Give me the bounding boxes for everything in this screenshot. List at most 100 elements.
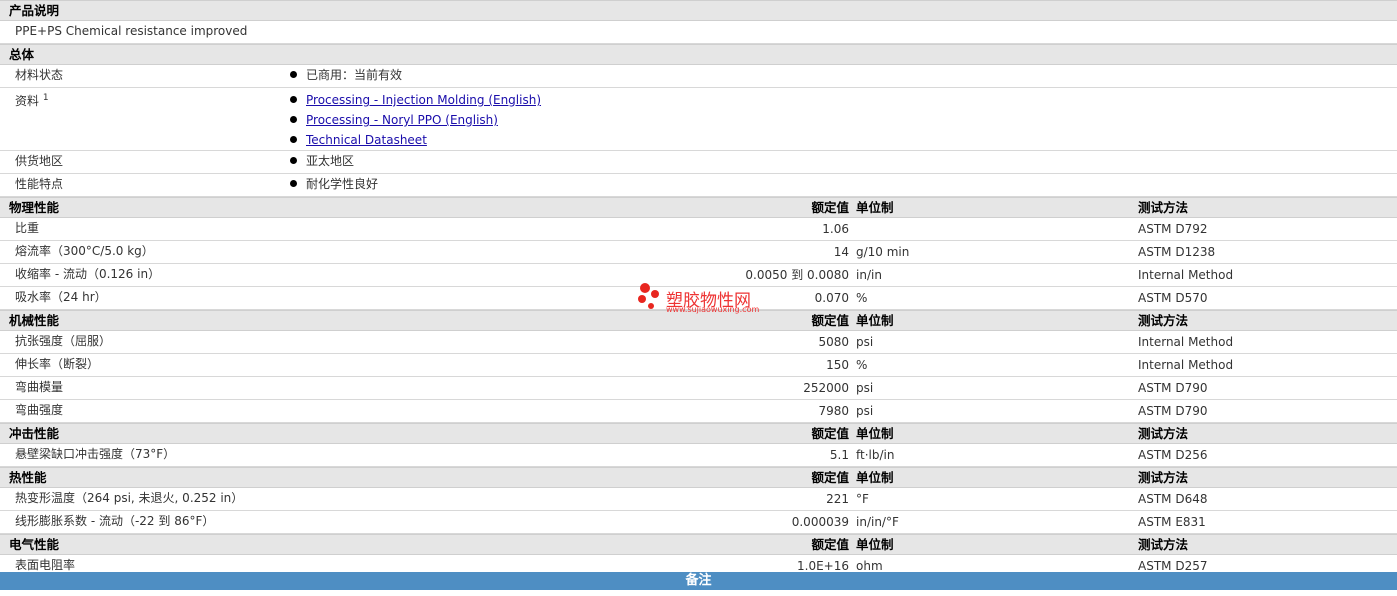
property-value: 150 <box>826 358 849 372</box>
property-row: 抗张强度（屈服） 5080 psi Internal Method <box>0 331 1397 354</box>
section-title: 总体 <box>9 47 35 62</box>
product-desc-text: PPE+PS Chemical resistance improved <box>15 24 248 38</box>
section-header: 冲击性能 额定值 单位制 测试方法 <box>0 423 1397 444</box>
property-unit: g/10 min <box>856 245 910 259</box>
property-value: 0.070 <box>814 291 849 305</box>
property-label: 收缩率 - 流动（0.126 in） <box>15 267 161 281</box>
property-label: 熔流率（300°C/5.0 kg） <box>15 244 154 258</box>
property-value: 0.0050 到 0.0080 <box>745 268 849 282</box>
section-title: 物理性能 <box>9 200 60 215</box>
watermark: 塑胶物性网 www.sujiaowuxing.com <box>636 282 759 315</box>
general-header: 总体 <box>0 44 1397 65</box>
row-value: 耐化学性良好 <box>290 174 378 195</box>
property-unit: % <box>856 291 868 305</box>
property-test: Internal Method <box>1138 358 1234 372</box>
property-label: 吸水率（24 hr） <box>15 290 107 304</box>
section-title: 产品说明 <box>9 3 60 18</box>
material-status-row: 材料状态 已商用：当前有效 <box>0 65 1397 88</box>
notes-title: 备注 <box>685 573 712 588</box>
product-desc-header: 产品说明 <box>0 0 1397 21</box>
col-test: 测试方法 <box>1138 426 1189 441</box>
property-unit: psi <box>856 404 874 418</box>
property-test: ASTM D790 <box>1138 381 1208 395</box>
section-title: 热性能 <box>9 470 47 485</box>
document-links: Processing - Injection Molding (English)… <box>290 90 541 150</box>
property-label: 抗张强度（屈服） <box>15 334 112 348</box>
col-test: 测试方法 <box>1138 313 1189 328</box>
property-test: ASTM D1238 <box>1138 245 1216 259</box>
section-header: 物理性能 额定值 单位制 测试方法 <box>0 197 1397 218</box>
features-row: 性能特点 耐化学性良好 <box>0 174 1397 197</box>
section-title: 电气性能 <box>9 537 60 552</box>
col-test: 测试方法 <box>1138 200 1189 215</box>
property-label: 弯曲模量 <box>15 380 64 394</box>
bullet-icon <box>290 157 297 164</box>
row-label: 供货地区 <box>15 154 64 168</box>
datasheet: 产品说明 PPE+PS Chemical resistance improved… <box>0 0 1397 596</box>
col-nominal: 额定值 <box>811 537 849 552</box>
col-nominal: 额定值 <box>811 426 849 441</box>
property-unit: % <box>856 358 868 372</box>
property-test: Internal Method <box>1138 268 1234 282</box>
row-label: 材料状态 <box>15 68 64 82</box>
col-unit: 单位制 <box>856 537 894 552</box>
col-nominal: 额定值 <box>811 470 849 485</box>
notes-bar: 备注 <box>0 572 1397 590</box>
col-unit: 单位制 <box>856 313 894 328</box>
documents-row: 资料 1 Processing - Injection Molding (Eng… <box>0 88 1397 151</box>
watermark-url: www.sujiaowuxing.com <box>666 305 760 314</box>
property-unit: in/in <box>856 268 882 282</box>
property-sections: 物理性能 额定值 单位制 测试方法 比重 1.06 ASTM D792 熔流率（300°C/5… <box>0 197 1397 578</box>
row-label: 性能特点 <box>15 177 64 191</box>
property-row: 弯曲模量 252000 psi ASTM D790 <box>0 377 1397 400</box>
col-nominal: 额定值 <box>811 313 849 328</box>
property-test: ASTM D570 <box>1138 291 1208 305</box>
property-row: 热变形温度（264 psi, 未退火, 0.252 in） 221 °F ASTM D… <box>0 488 1397 511</box>
property-test: ASTM D256 <box>1138 448 1208 462</box>
bullet-icon <box>290 180 297 187</box>
section-title: 机械性能 <box>9 313 60 328</box>
property-value: 5.1 <box>829 448 849 462</box>
product-desc-row: PPE+PS Chemical resistance improved <box>0 21 1397 44</box>
property-row: 伸长率（断裂） 150% Internal Method <box>0 354 1397 377</box>
property-row: 弯曲强度 7980 psi ASTM D790 <box>0 400 1397 423</box>
property-unit: °F <box>856 492 869 506</box>
section-header: 电气性能 额定值 单位制 测试方法 <box>0 534 1397 555</box>
property-row: 比重 1.06 ASTM D792 <box>0 218 1397 241</box>
region-row: 供货地区 亚太地区 <box>0 151 1397 174</box>
property-unit: psi <box>856 335 874 349</box>
bullet-icon <box>290 136 297 143</box>
col-unit: 单位制 <box>856 200 894 215</box>
property-label: 热变形温度（264 psi, 未退火, 0.252 in） <box>15 491 244 505</box>
property-label: 弯曲强度 <box>15 403 64 417</box>
col-test: 测试方法 <box>1138 470 1189 485</box>
property-label: 线形膨胀系数 - 流动（-22 到 86°F） <box>15 514 215 528</box>
col-nominal: 额定值 <box>811 200 849 215</box>
property-label: 比重 <box>15 221 40 235</box>
link-technical-datasheet[interactable]: Technical Datasheet <box>306 133 427 147</box>
property-value: 0.000039 <box>791 515 849 529</box>
row-value: 已商用：当前有效 <box>290 65 402 86</box>
bullet-icon <box>290 116 297 123</box>
property-unit: psi <box>856 381 874 395</box>
property-unit: ft·lb/in <box>856 448 895 462</box>
property-test: ASTM D790 <box>1138 404 1208 418</box>
property-value: 221 <box>826 492 849 506</box>
bullet-icon <box>290 71 297 78</box>
property-row: 线形膨胀系数 - 流动（-22 到 86°F） 0.000039 in/in/°F A… <box>0 511 1397 534</box>
property-value: 252000 <box>803 381 849 395</box>
watermark-logo-icon <box>638 283 659 309</box>
section-header: 热性能 额定值 单位制 测试方法 <box>0 467 1397 488</box>
property-value: 14 <box>833 245 849 259</box>
property-unit: in/in/°F <box>856 515 899 529</box>
property-value: 1.06 <box>822 222 849 236</box>
bullet-icon <box>290 96 297 103</box>
link-injection-molding[interactable]: Processing - Injection Molding (English) <box>306 93 541 107</box>
property-row: 收缩率 - 流动（0.126 in） 0.0050 到 0.0080 in/in In… <box>0 264 1397 287</box>
row-label: 资料 1 <box>15 93 49 108</box>
col-unit: 单位制 <box>856 470 894 485</box>
property-test: ASTM D792 <box>1138 222 1208 236</box>
link-noryl-ppo[interactable]: Processing - Noryl PPO (English) <box>306 113 498 127</box>
property-value: 5080 <box>818 335 849 349</box>
property-row: 悬壁梁缺口冲击强度（73°F） 5.1 ft·lb/in ASTM D256 <box>0 444 1397 467</box>
